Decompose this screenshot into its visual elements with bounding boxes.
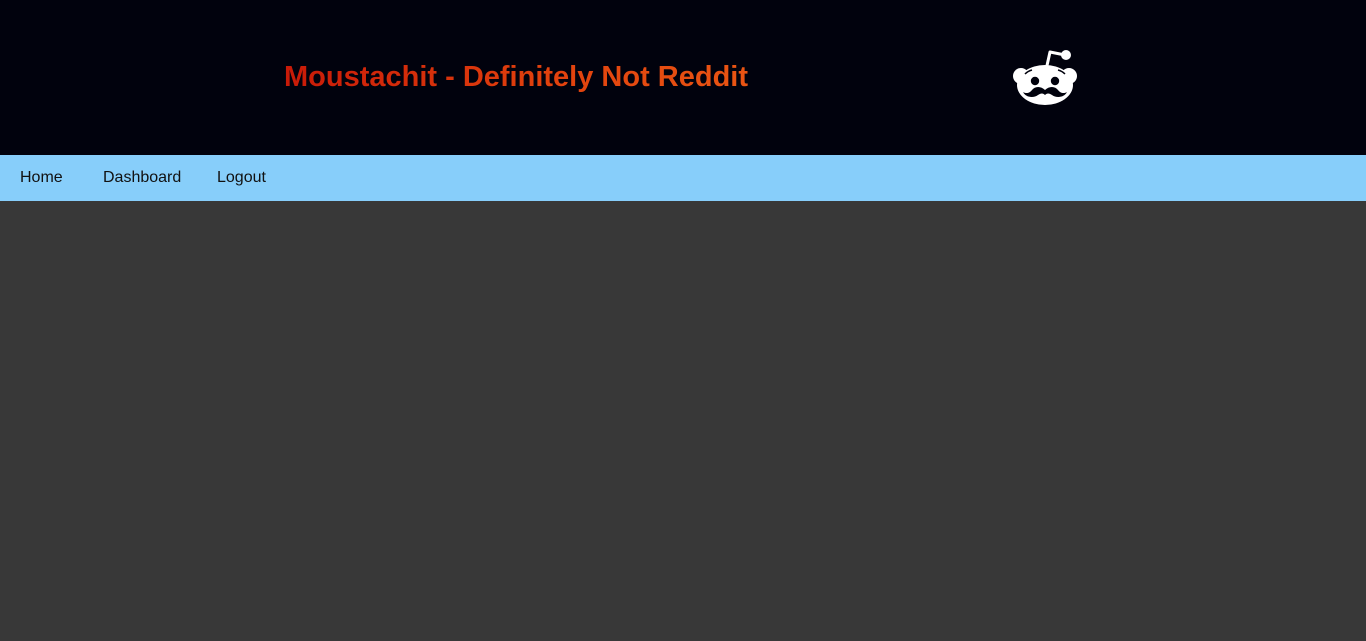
nav-link-logout[interactable]: Logout: [217, 168, 266, 188]
site-header: Moustachit - Definitely Not Reddit: [0, 0, 1366, 155]
moustache-alien-logo-icon: [1013, 50, 1077, 105]
nav-link-dashboard[interactable]: Dashboard: [103, 168, 181, 188]
nav-bar: Home Dashboard Logout: [0, 155, 1366, 201]
site-title: Moustachit - Definitely Not Reddit: [284, 58, 748, 96]
nav-link-home[interactable]: Home: [20, 168, 63, 188]
main-content-area: [0, 201, 1366, 641]
